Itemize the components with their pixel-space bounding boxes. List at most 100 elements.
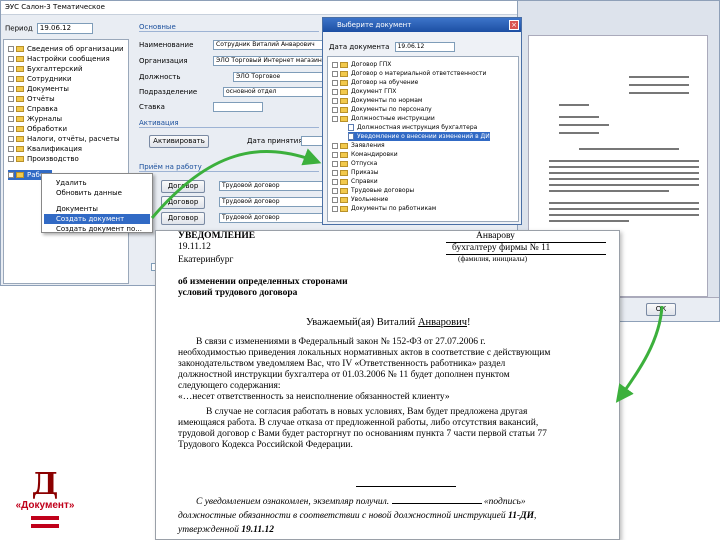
- expand-icon[interactable]: [332, 142, 338, 149]
- expand-icon[interactable]: [8, 146, 14, 152]
- expand-icon[interactable]: [8, 86, 14, 92]
- expand-icon[interactable]: [332, 79, 338, 86]
- doc-tree-item[interactable]: Увольнение: [332, 195, 388, 204]
- doc-tree-item[interactable]: Приказы: [332, 168, 378, 177]
- folder-icon: [16, 86, 24, 92]
- menu-item-refresh[interactable]: Обновить данные: [44, 188, 150, 198]
- doc-tree-item[interactable]: Должностные инструкции: [332, 114, 435, 123]
- expand-icon[interactable]: [8, 156, 14, 162]
- greeting: Уважаемый(ая) Виталий Анварович!: [306, 317, 471, 328]
- doc-tree-item[interactable]: Договор на обучение: [332, 78, 418, 87]
- close-icon[interactable]: ×: [509, 20, 519, 30]
- expand-icon[interactable]: [332, 88, 338, 95]
- folder-icon: [340, 169, 348, 176]
- tree-item[interactable]: Сотрудники: [8, 74, 72, 84]
- doc-tree-item[interactable]: Договор о материальной ответственности: [332, 69, 486, 78]
- doc-tree-item[interactable]: Справки: [332, 177, 378, 186]
- expand-icon[interactable]: [8, 106, 14, 112]
- doc-tree-item[interactable]: Заявления: [332, 141, 385, 150]
- contract-button[interactable]: Договор: [161, 212, 205, 225]
- expand-icon[interactable]: [332, 70, 338, 77]
- expand-icon[interactable]: [332, 160, 338, 167]
- tree-item[interactable]: Справка: [8, 104, 58, 114]
- menu-item-create-document-by[interactable]: Создать документ по...: [44, 224, 150, 234]
- tree-item[interactable]: Бухгалтерский: [8, 64, 83, 74]
- doc-tree-item[interactable]: Трудовые договоры: [332, 186, 414, 195]
- expand-icon[interactable]: [332, 196, 338, 203]
- expand-icon[interactable]: [8, 46, 14, 52]
- context-menu: Удалить Обновить данные Документы Создат…: [41, 173, 153, 233]
- hire-date-label: Дата принятия: [247, 137, 303, 145]
- logo-letter: Д: [31, 467, 59, 502]
- expand-icon[interactable]: [332, 97, 338, 104]
- expand-icon[interactable]: [8, 76, 14, 82]
- doc-tree-item[interactable]: Документы по персоналу: [332, 105, 432, 114]
- expand-icon[interactable]: [8, 172, 14, 178]
- dept-field[interactable]: основной отдел: [223, 87, 325, 97]
- folder-icon: [340, 115, 348, 122]
- tree-item[interactable]: Налоги, отчёты, расчеты: [8, 134, 119, 144]
- folder-icon: [340, 88, 348, 95]
- doc-tree-item[interactable]: Документы по работникам: [332, 204, 436, 213]
- folder-icon: [16, 156, 24, 162]
- tree-item[interactable]: Журналы: [8, 114, 62, 124]
- tree-item[interactable]: Обработки: [8, 124, 67, 134]
- rate-field[interactable]: [213, 102, 263, 112]
- folder-icon: [340, 70, 348, 77]
- doc-date-input[interactable]: 19.06.12: [394, 42, 455, 52]
- post-field[interactable]: ЭЛО Торговое: [233, 72, 325, 82]
- dept-label: Подразделение: [139, 88, 198, 96]
- folder-icon: [16, 46, 24, 52]
- menu-item-create-document[interactable]: Создать документ: [44, 214, 150, 224]
- contract-field[interactable]: Трудовой договор: [219, 197, 325, 207]
- folder-icon: [340, 187, 348, 194]
- expand-icon[interactable]: [8, 66, 14, 72]
- doc-tree-item[interactable]: Должностная инструкция бухгалтера: [348, 123, 477, 132]
- doc-tree-item[interactable]: Командировки: [332, 150, 398, 159]
- doc-tree-item[interactable]: Договор ГПХ: [332, 60, 391, 69]
- tree-item[interactable]: Отчёты: [8, 94, 55, 104]
- doc-tree-item[interactable]: Документ ГПХ: [332, 87, 396, 96]
- expand-icon[interactable]: [332, 106, 338, 113]
- expand-icon[interactable]: [332, 115, 338, 122]
- expand-icon[interactable]: [332, 169, 338, 176]
- activate-button[interactable]: Активировать: [149, 135, 209, 148]
- expand-icon[interactable]: [8, 116, 14, 122]
- tree-item[interactable]: Производство: [8, 154, 79, 164]
- expand-icon[interactable]: [8, 96, 14, 102]
- name-field[interactable]: Сотрудник Виталий Анварович: [213, 40, 325, 50]
- body-line: необходимостью приведения локальных норм…: [178, 348, 551, 358]
- contract-field[interactable]: Трудовой договор: [219, 213, 325, 223]
- expand-icon[interactable]: [332, 178, 338, 185]
- doc-tree-item-selected[interactable]: Уведомление о внесении изменений в ДИ: [348, 132, 490, 141]
- menu-item-delete[interactable]: Удалить: [44, 178, 150, 188]
- body2-line: трудовой договор с Вами будет расторгнут…: [178, 429, 547, 439]
- contract-button[interactable]: Договор: [161, 180, 205, 193]
- contract-field[interactable]: Трудовой договор: [219, 181, 325, 191]
- expand-icon[interactable]: [8, 136, 14, 142]
- org-field[interactable]: ЭЛО Торговый Интернет магазин: [213, 56, 325, 66]
- folder-icon: [16, 66, 24, 72]
- expand-icon[interactable]: [8, 126, 14, 132]
- ok-button[interactable]: ОК: [646, 303, 676, 316]
- tree-item[interactable]: Настройки сообщения: [8, 54, 110, 64]
- expand-icon[interactable]: [332, 205, 338, 212]
- tree-item[interactable]: Документы: [8, 84, 69, 94]
- expand-icon[interactable]: [8, 56, 14, 62]
- folder-icon: [16, 116, 24, 122]
- period-input[interactable]: 19.06.12: [36, 23, 93, 34]
- doc-tree-item[interactable]: Отпуска: [332, 159, 377, 168]
- menu-item-documents[interactable]: Документы: [44, 204, 150, 214]
- tree-item[interactable]: Квалификация: [8, 144, 82, 154]
- body2-line: Трудового Кодекса Российской Федерации.: [178, 440, 353, 450]
- expand-icon[interactable]: [332, 187, 338, 194]
- doc-tree-item[interactable]: Документы по нормам: [332, 96, 422, 105]
- contract-button[interactable]: Договор: [161, 196, 205, 209]
- folder-icon: [16, 56, 24, 62]
- expand-icon[interactable]: [332, 151, 338, 158]
- logo-word: «Документ»: [15, 500, 75, 511]
- doc-date-row: Дата документа 19.06.12: [329, 42, 455, 52]
- addressee-name: Анварову: [476, 231, 515, 241]
- tree-item[interactable]: Сведения об организации: [8, 44, 124, 54]
- expand-icon[interactable]: [332, 61, 338, 68]
